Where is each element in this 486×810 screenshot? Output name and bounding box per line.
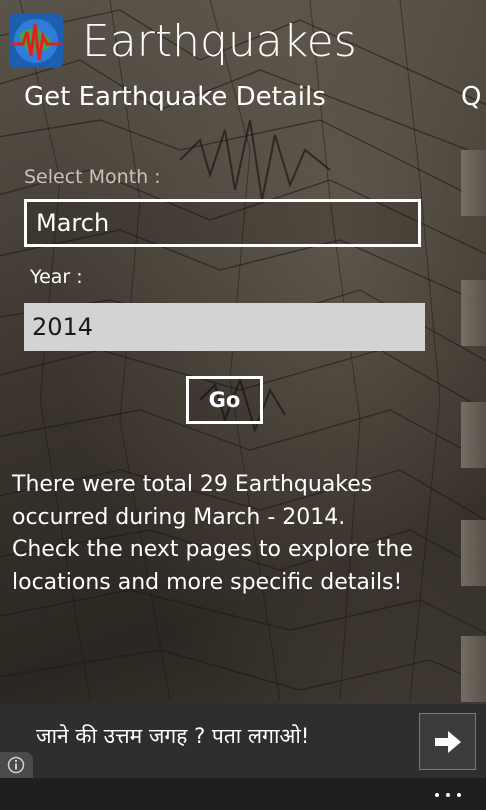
app-title: Earthquakes bbox=[82, 16, 357, 67]
year-input[interactable]: 2014 bbox=[24, 303, 425, 351]
ad-banner[interactable]: जाने की उत्तम जगह ? पता लगाओ! bbox=[0, 704, 486, 778]
next-page-thumbnail bbox=[461, 636, 486, 702]
pivot-header-next[interactable]: Q bbox=[461, 80, 486, 114]
pivot-header-current[interactable]: Get Earthquake Details bbox=[24, 80, 326, 114]
go-button[interactable]: Go bbox=[186, 376, 263, 424]
next-page-thumbnail bbox=[461, 150, 486, 216]
ad-arrow-button[interactable] bbox=[419, 713, 476, 770]
result-line: locations and more specific details! bbox=[12, 569, 403, 595]
info-icon[interactable] bbox=[0, 752, 33, 778]
ad-text[interactable]: जाने की उत्तम जगह ? पता लगाओ! bbox=[36, 722, 309, 750]
result-line: occurred during March - 2014. bbox=[12, 504, 346, 530]
result-summary: There were total 29 Earthquakes occurred… bbox=[12, 469, 432, 599]
result-line: There were total 29 Earthquakes bbox=[12, 472, 373, 497]
app-logo-icon bbox=[9, 14, 63, 68]
next-page-thumbnail bbox=[461, 520, 486, 586]
more-ellipsis-icon[interactable] bbox=[428, 782, 468, 806]
year-label: Year : bbox=[30, 266, 83, 288]
arrow-right-icon bbox=[435, 731, 461, 753]
app-bar bbox=[0, 778, 486, 810]
next-page-thumbnail bbox=[461, 402, 486, 468]
month-label: Select Month : bbox=[24, 166, 161, 188]
next-page-thumbnail bbox=[461, 280, 486, 346]
month-select[interactable]: March bbox=[24, 199, 421, 247]
result-line: Check the next pages to explore the bbox=[12, 537, 413, 562]
